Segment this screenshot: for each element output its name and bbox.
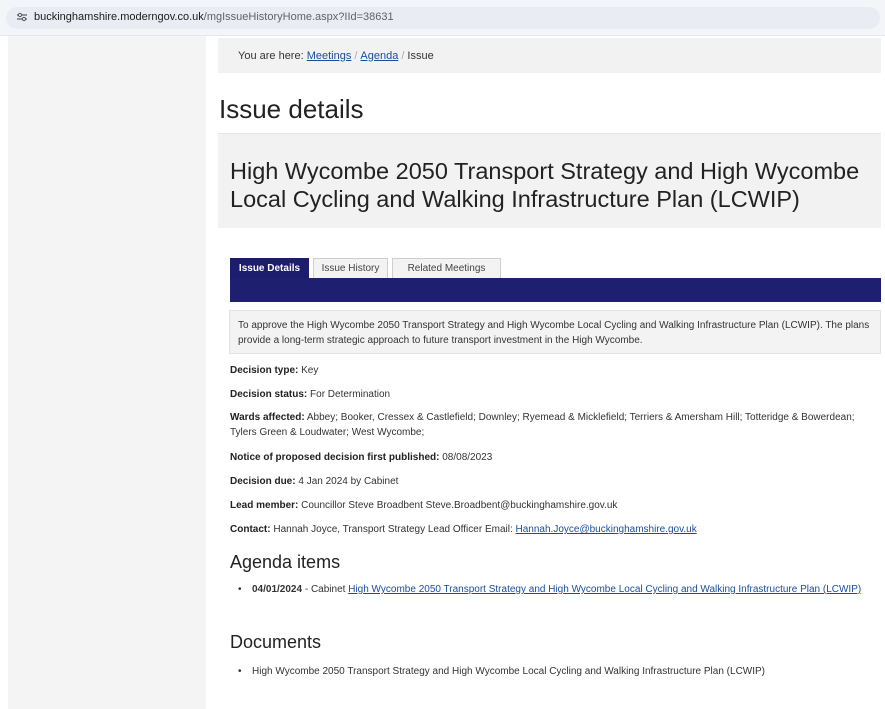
- field-label: Decision type:: [230, 365, 299, 376]
- field-label: Contact:: [230, 524, 271, 535]
- decision-type-field: Decision type: Key: [230, 363, 882, 378]
- notice-published-field: Notice of proposed decision first publis…: [230, 450, 882, 465]
- field-value: Councillor Steve Broadbent Steve.Broadbe…: [301, 500, 618, 511]
- decision-due-field: Decision due: 4 Jan 2024 by Cabinet: [230, 474, 882, 489]
- breadcrumb: You are here: Meetings / Agenda / Issue: [218, 38, 881, 73]
- url-host: buckinghamshire.moderngov.co.uk: [34, 11, 204, 23]
- site-settings-icon[interactable]: [17, 12, 27, 22]
- browser-address-bar: buckinghamshire.moderngov.co.uk/mgIssueH…: [0, 0, 885, 36]
- wards-affected-field: Wards affected: Abbey; Booker, Cressex &…: [230, 410, 882, 440]
- breadcrumb-separator: /: [354, 50, 358, 62]
- contact-email-link[interactable]: Hannah.Joyce@buckinghamshire.gov.uk: [516, 524, 697, 535]
- tab-related-meetings[interactable]: Related Meetings: [392, 258, 501, 278]
- field-value: 08/08/2023: [442, 452, 493, 463]
- tab-issue-details[interactable]: Issue Details: [230, 258, 309, 278]
- bullet-icon: •: [238, 666, 242, 677]
- agenda-list-item: • 04/01/2024 - Cabinet High Wycombe 2050…: [238, 583, 878, 597]
- contact-field: Contact: Hannah Joyce, Transport Strateg…: [230, 522, 882, 537]
- document-title[interactable]: High Wycombe 2050 Transport Strategy and…: [252, 665, 878, 679]
- breadcrumb-meetings-link[interactable]: Meetings: [307, 50, 352, 62]
- field-value: Key: [301, 365, 319, 376]
- decision-status-field: Decision status: For Determination: [230, 387, 882, 402]
- url-text[interactable]: buckinghamshire.moderngov.co.uk/mgIssueH…: [34, 11, 394, 23]
- agenda-items-heading: Agenda items: [230, 552, 341, 572]
- field-value: For Determination: [310, 389, 391, 400]
- url-path: /mgIssueHistoryHome.aspx?IId=38631: [203, 11, 394, 23]
- bullet-icon: •: [238, 584, 242, 595]
- breadcrumb-prefix: You are here:: [238, 50, 304, 62]
- agenda-item-link[interactable]: High Wycombe 2050 Transport Strategy and…: [348, 584, 861, 595]
- field-label: Notice of proposed decision first publis…: [230, 452, 440, 463]
- breadcrumb-agenda-link[interactable]: Agenda: [360, 50, 398, 62]
- issue-title-box: High Wycombe 2050 Transport Strategy and…: [218, 133, 881, 228]
- left-sidebar: [8, 36, 206, 709]
- document-list-item: • High Wycombe 2050 Transport Strategy a…: [238, 665, 878, 679]
- documents-heading: Documents: [230, 632, 322, 652]
- page-title: Issue details: [219, 94, 364, 124]
- breadcrumb-current: Issue: [407, 50, 434, 62]
- lead-member-field: Lead member: Councillor Steve Broadbent …: [230, 498, 882, 513]
- field-value: Abbey; Booker, Cressex & Castlefield; Do…: [230, 412, 855, 438]
- field-label: Decision due:: [230, 476, 296, 487]
- field-label: Lead member:: [230, 500, 299, 511]
- agenda-date: 04/01/2024: [252, 584, 303, 595]
- agenda-meeting: - Cabinet: [304, 584, 346, 595]
- tab-issue-history[interactable]: Issue History: [313, 258, 388, 278]
- field-value: 4 Jan 2024 by Cabinet: [298, 476, 399, 487]
- tab-header-bar: [230, 278, 881, 302]
- breadcrumb-separator: /: [401, 50, 405, 62]
- field-value: Hannah Joyce, Transport Strategy Lead Of…: [273, 524, 513, 535]
- issue-title: High Wycombe 2050 Transport Strategy and…: [230, 158, 860, 212]
- issue-purpose: To approve the High Wycombe 2050 Transpo…: [229, 310, 881, 354]
- field-label: Decision status:: [230, 389, 308, 400]
- field-label: Wards affected:: [230, 412, 305, 423]
